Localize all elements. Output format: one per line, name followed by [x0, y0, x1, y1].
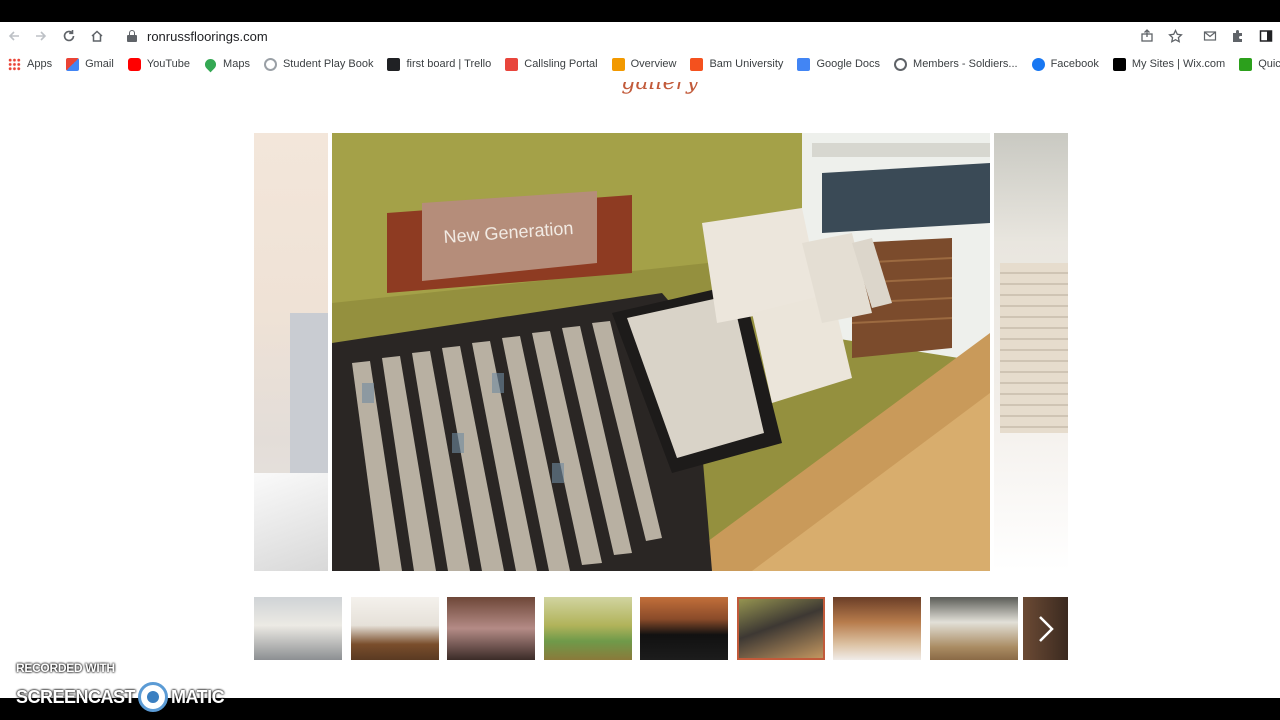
bookmark-item[interactable]: Gmail — [66, 57, 114, 71]
home-icon[interactable] — [88, 27, 106, 45]
bookmark-label: Apps — [27, 58, 53, 70]
bookmark-label: Members - Soldiers... — [913, 58, 1018, 70]
extensions-puzzle-icon[interactable] — [1229, 27, 1247, 45]
apps-grid-icon — [8, 57, 21, 71]
bookmark-item[interactable]: Student Play Book — [263, 57, 374, 71]
quickbooks-icon — [1239, 57, 1253, 71]
gallery-thumbnail-7[interactable] — [833, 597, 921, 660]
bookmark-item[interactable]: Apps — [8, 57, 53, 71]
bookmark-label: Google Docs — [816, 58, 881, 70]
bookmark-label: QuickBoo — [1258, 58, 1280, 70]
bookmarks-bar: Apps Gmail YouTube Maps Student Play Book fir… — [0, 53, 1280, 75]
bookmark-item[interactable]: Overview — [611, 57, 677, 71]
bookmark-label: Callsling Portal — [524, 58, 598, 70]
gallery-thumbnail-4[interactable] — [544, 597, 632, 660]
gallery-thumbnail-6-active[interactable] — [737, 597, 825, 660]
gallery-heading: gallery — [621, 82, 699, 95]
address-bar[interactable]: ronrussfloorings.com — [118, 24, 1202, 48]
bookmark-item[interactable]: QuickBoo — [1239, 57, 1280, 71]
bookmark-item[interactable]: Maps — [202, 56, 250, 72]
bookmark-label: Facebook — [1050, 58, 1099, 70]
bookmark-label: Overview — [630, 58, 677, 70]
url-text: ronrussfloorings.com — [147, 28, 268, 44]
bookmark-item[interactable]: Google Docs — [797, 57, 881, 71]
gallery-thumbnail-2[interactable] — [351, 597, 439, 660]
bookmark-item[interactable]: first board | Trello — [387, 57, 492, 71]
star-icon[interactable] — [1166, 27, 1184, 45]
globe-icon — [894, 57, 908, 71]
reload-icon[interactable] — [60, 27, 78, 45]
bam-icon — [690, 57, 704, 71]
previous-slide-preview[interactable] — [254, 133, 328, 571]
bookmark-item[interactable]: YouTube — [127, 57, 191, 71]
bookmark-label: Bam University — [709, 58, 784, 70]
bookmark-item[interactable]: Callsling Portal — [505, 57, 598, 71]
gmail-icon — [66, 57, 80, 71]
wix-icon — [1112, 57, 1126, 71]
gallery-thumbnail-5[interactable] — [640, 597, 728, 660]
bookmark-label: My Sites | Wix.com — [1131, 58, 1226, 70]
gallery-thumbnail-8[interactable] — [930, 597, 1018, 660]
bookmark-item[interactable]: Members - Soldiers... — [894, 57, 1018, 71]
watermark-right-text: MATIC — [171, 686, 225, 707]
screencast-watermark: RECORDED WITH SCREENCAST MATIC — [16, 660, 246, 712]
trello-icon — [387, 57, 401, 71]
forward-arrow-icon[interactable] — [32, 27, 50, 45]
bookmark-label: YouTube — [146, 58, 191, 70]
bookmark-label: Student Play Book — [282, 58, 374, 70]
overview-icon — [611, 57, 625, 71]
mail-extension-icon[interactable] — [1201, 27, 1219, 45]
watermark-line2: SCREENCAST MATIC — [16, 682, 225, 712]
bookmark-label: Gmail — [85, 58, 114, 70]
facebook-icon — [1031, 57, 1045, 71]
gallery-thumbnail-3[interactable] — [447, 597, 535, 660]
bookmark-item[interactable]: Facebook — [1031, 57, 1099, 71]
bookmark-item[interactable]: My Sites | Wix.com — [1112, 57, 1226, 71]
chevron-right-icon[interactable] — [1023, 597, 1068, 660]
screencast-logo-icon — [138, 682, 169, 712]
bookmark-label: first board | Trello — [406, 58, 492, 70]
lock-icon — [127, 30, 137, 42]
bookmark-item[interactable]: Bam University — [690, 57, 784, 71]
back-arrow-icon[interactable] — [5, 27, 23, 45]
maps-pin-icon — [202, 56, 219, 72]
side-panel-icon[interactable] — [1257, 27, 1275, 45]
callsling-icon — [505, 57, 519, 71]
thumbnail-strip — [254, 597, 1068, 660]
youtube-icon — [127, 57, 141, 71]
gallery-thumbnail-1[interactable] — [254, 597, 342, 660]
watermark-line1: RECORDED WITH — [16, 661, 115, 675]
browser-toolbar: ronrussfloorings.com — [0, 22, 1280, 50]
share-icon[interactable] — [1138, 27, 1156, 45]
google-docs-icon — [797, 57, 811, 71]
watermark-left-text: SCREENCAST — [16, 686, 136, 707]
main-gallery-image[interactable]: New Generation — [332, 133, 990, 571]
browser-chrome: ronrussfloorings.com Apps Gmail YouTube Map… — [0, 22, 1280, 82]
next-slide-preview[interactable] — [994, 133, 1068, 571]
globe-icon — [263, 57, 277, 71]
top-black-bar — [0, 0, 1280, 22]
bookmark-label: Maps — [223, 58, 250, 70]
web-page: gallery New Generation — [0, 82, 1280, 698]
